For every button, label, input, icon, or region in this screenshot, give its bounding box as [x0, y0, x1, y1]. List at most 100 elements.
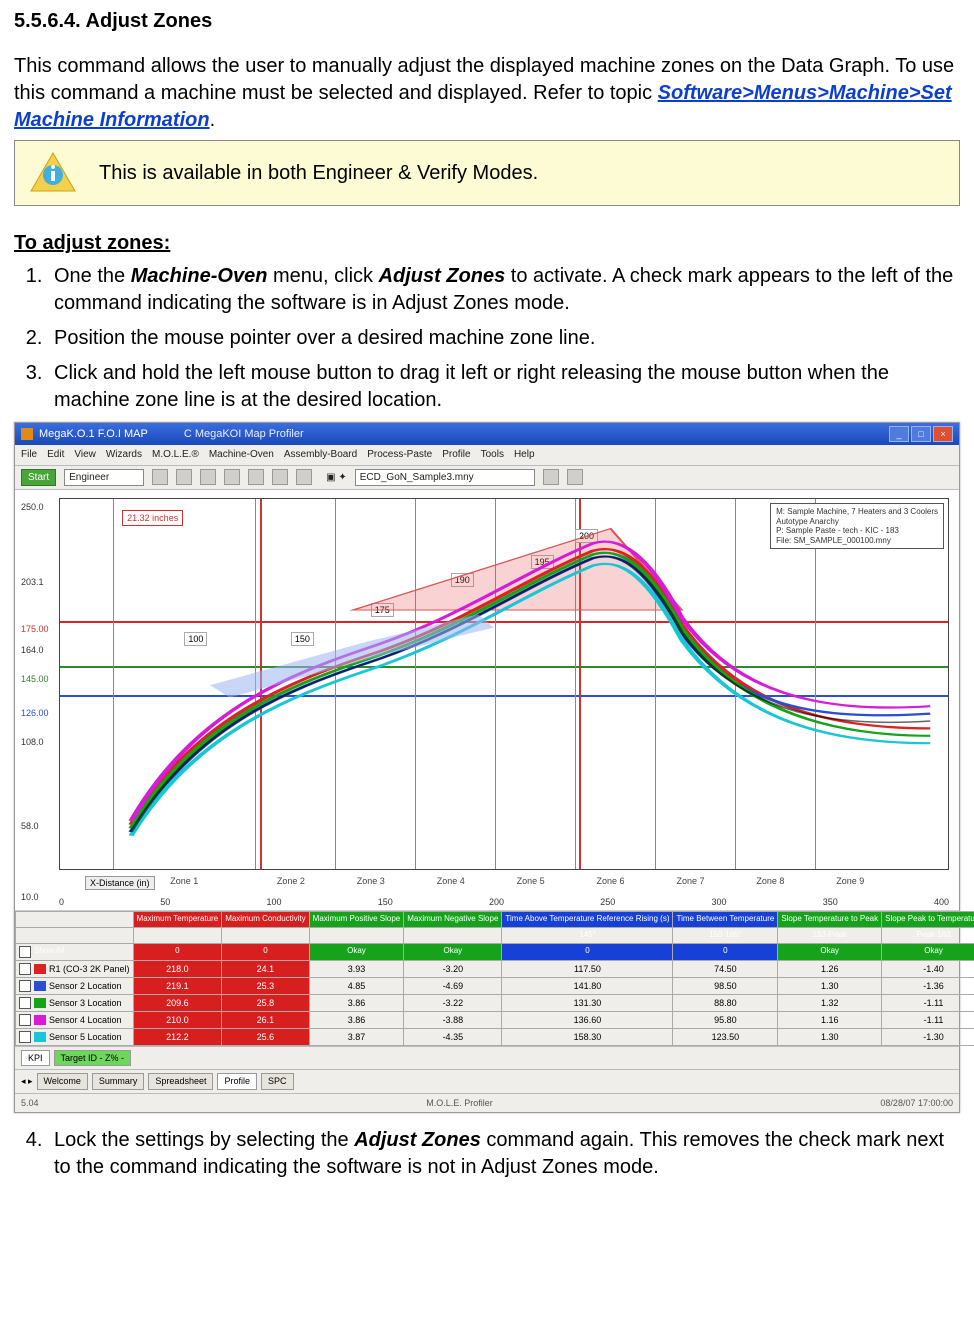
tab-summary[interactable]: Summary — [92, 1073, 145, 1089]
y-tick: 108.0 — [21, 736, 44, 748]
window-titlebar: MegaK.O.1 F.O.I MAP C MegaKOI Map Profil… — [15, 423, 959, 445]
x-tick: 200 — [489, 896, 504, 908]
file-select[interactable]: ECD_GoN_Sample3.mny — [355, 469, 535, 487]
start-button[interactable]: Start — [21, 469, 56, 487]
tab-spreadsheet[interactable]: Spreadsheet — [148, 1073, 213, 1089]
overall-cell: Okay — [404, 943, 502, 960]
toolbar-icon[interactable] — [567, 469, 583, 485]
checkbox[interactable] — [19, 980, 31, 992]
tab-spc[interactable]: SPC — [261, 1073, 294, 1089]
x-tick: 350 — [823, 896, 838, 908]
kpi-cell: 141.80 — [502, 977, 673, 994]
kpi-cell: 210.0 — [133, 1012, 222, 1029]
toolbar-icon[interactable] — [224, 469, 240, 485]
kpi-cell: 219.1 — [133, 977, 222, 994]
kpi-cell: 1.16 — [778, 1012, 882, 1029]
toolbar-icon[interactable] — [152, 469, 168, 485]
toolbar-icon[interactable] — [296, 469, 312, 485]
toolbar-icon[interactable] — [200, 469, 216, 485]
kpi-cell: -3.22 — [404, 994, 502, 1011]
note-box: This is available in both Engineer & Ver… — [14, 140, 960, 206]
kpi-header: Slope Temperature to Peak — [778, 912, 882, 928]
chart-info-box: M: Sample Machine, 7 Heaters and 3 Coole… — [770, 503, 944, 549]
minimize-button[interactable]: _ — [889, 426, 909, 442]
checkbox[interactable] — [19, 946, 31, 958]
step-2: Position the mouse pointer over a desire… — [48, 325, 960, 352]
tab-target[interactable]: Target ID - Z% - — [54, 1050, 132, 1066]
section-heading: 5.5.6.4. Adjust Zones — [14, 8, 960, 35]
toolbar-icon[interactable] — [248, 469, 264, 485]
menu-profile[interactable]: Profile — [442, 448, 470, 462]
kpi-cell: 4.85 — [309, 977, 404, 994]
overall-cell: 0 — [222, 943, 309, 960]
kpi-header: Maximum Conductivity — [222, 912, 309, 928]
kpi-cell: -1.36 — [882, 977, 974, 994]
checkbox[interactable] — [19, 997, 31, 1009]
kpi-cell: 3.86 — [309, 994, 404, 1011]
step4-b: Adjust Zones — [354, 1129, 481, 1151]
maximize-button[interactable]: □ — [911, 426, 931, 442]
table-row: R1 (CO-3 2K Panel)218.024.13.93-3.20117.… — [16, 960, 974, 977]
step1-d: Adjust Zones — [379, 265, 506, 287]
checkbox[interactable] — [19, 1031, 31, 1043]
row-name: R1 (CO-3 2K Panel) — [49, 963, 130, 975]
menu-help[interactable]: Help — [514, 448, 535, 462]
menu-machine-oven[interactable]: Machine-Oven — [209, 448, 274, 462]
kpi-cell: 212.2 — [133, 1029, 222, 1046]
checkbox[interactable] — [19, 1014, 31, 1026]
y-tick: 175.00 — [21, 623, 49, 635]
menu-mole[interactable]: M.O.L.E.® — [152, 448, 199, 462]
kpi-cell: 123.50 — [673, 1029, 778, 1046]
screenshot: MegaK.O.1 F.O.I MAP C MegaKOI Map Profil… — [14, 422, 960, 1113]
toolbar-icon[interactable] — [176, 469, 192, 485]
x-tick: 250 — [600, 896, 615, 908]
color-chip — [34, 964, 46, 974]
menu-process-paste[interactable]: Process-Paste — [367, 448, 432, 462]
kpi-cell: -1.40 — [882, 960, 974, 977]
zone-label: Zone 7 — [676, 875, 704, 887]
menu-view[interactable]: View — [74, 448, 96, 462]
tab-profile[interactable]: Profile — [217, 1073, 257, 1089]
menu-tools[interactable]: Tools — [481, 448, 504, 462]
title-left: MegaK.O.1 F.O.I MAP — [39, 427, 148, 442]
zone-label: Zone 6 — [597, 875, 625, 887]
kpi-cell: 1.30 — [778, 977, 882, 994]
spec-cell: 150-165° — [673, 927, 778, 943]
toolbar-icon[interactable] — [543, 469, 559, 485]
toolbar-icon[interactable] — [272, 469, 288, 485]
kpi-cell: 3.87 — [309, 1029, 404, 1046]
y-tick: 126.00 — [21, 707, 49, 719]
step4-a: Lock the settings by selecting the — [54, 1129, 354, 1151]
kpi-cell: 25.6 — [222, 1029, 309, 1046]
kpi-cell: 25.3 — [222, 977, 309, 994]
graph-area[interactable]: 250.0 203.1 175.00 164.0 145.00 126.00 1… — [15, 490, 959, 911]
x-tick: 100 — [266, 896, 281, 908]
info-line: File: SM_SAMPLE_000100.mny — [776, 536, 938, 546]
zone-label: Zone 8 — [756, 875, 784, 887]
menu-edit[interactable]: Edit — [47, 448, 64, 462]
mode-select[interactable]: Engineer — [64, 469, 144, 487]
tab-welcome[interactable]: Welcome — [37, 1073, 88, 1089]
intro-text-post: . — [210, 109, 216, 131]
kpi-cell: -1.11 — [882, 1012, 974, 1029]
menu-file[interactable]: File — [21, 448, 37, 462]
row-name: Sensor 5 Location — [49, 1031, 122, 1043]
row-name: Sensor 4 Location — [49, 1014, 122, 1026]
checkbox[interactable] — [19, 963, 31, 975]
close-button[interactable]: × — [933, 426, 953, 442]
menu-wizards[interactable]: Wizards — [106, 448, 142, 462]
overall-cell: Okay — [882, 943, 974, 960]
kpi-header: Maximum Negative Slope — [404, 912, 502, 928]
table-row: Sensor 4 Location210.026.13.86-3.88136.6… — [16, 1012, 974, 1029]
kpi-cell: 88.80 — [673, 994, 778, 1011]
kpi-cell: 3.86 — [309, 1012, 404, 1029]
menu-assembly-board[interactable]: Assembly-Board — [284, 448, 357, 462]
overall-cell: Okay — [309, 943, 404, 960]
status-mid: M.O.L.E. Profiler — [426, 1097, 493, 1109]
info-line: M: Sample Machine, 7 Heaters and 3 Coole… — [776, 507, 938, 517]
kpi-header: Maximum Temperature — [133, 912, 222, 928]
color-chip — [34, 1015, 46, 1025]
tab-kpi[interactable]: KPI — [21, 1050, 50, 1066]
x-tick: 150 — [378, 896, 393, 908]
x-tick: 0 — [59, 896, 64, 908]
